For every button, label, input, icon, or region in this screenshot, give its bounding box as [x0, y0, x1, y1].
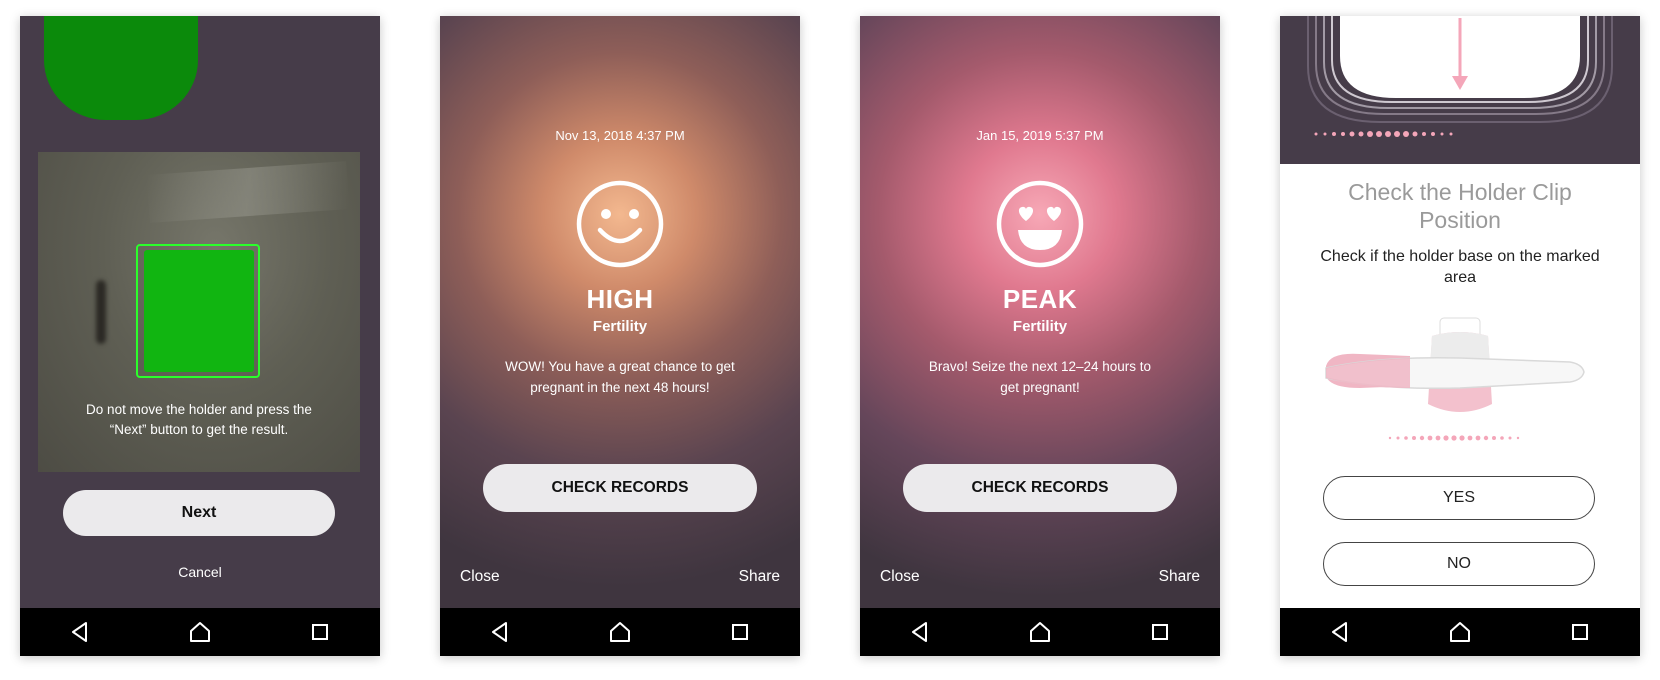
check-records-button[interactable]: CHECK RECORDS: [903, 464, 1177, 512]
home-icon: [1030, 622, 1050, 642]
home-button[interactable]: [180, 612, 220, 652]
recents-icon: [732, 624, 748, 640]
result-message: WOW! You have a great chance to get preg…: [505, 359, 735, 395]
next-button[interactable]: Next: [63, 490, 335, 536]
camera-surface-mark: [96, 280, 106, 344]
yes-button[interactable]: YES: [1323, 476, 1595, 520]
clip-check-title: Check the Holder Clip Position: [1348, 179, 1572, 233]
recents-icon: [1152, 624, 1168, 640]
clip-check-description: Check if the holder base on the marked a…: [1320, 248, 1600, 286]
holder-clip-illustration: [1325, 317, 1585, 441]
back-icon: [1332, 622, 1347, 642]
home-icon: [1450, 622, 1470, 642]
smiley-face-icon: [576, 180, 664, 268]
back-button[interactable]: [900, 612, 940, 652]
detected-holder-overlay: [44, 16, 198, 120]
fertility-label: Fertility: [592, 318, 648, 335]
share-link[interactable]: Share: [739, 568, 780, 586]
screen-result-peak: Jan 15, 2019 5:37 PM PEAK Fertility Brav…: [860, 16, 1220, 656]
android-nav-bar: [440, 608, 800, 656]
check-records-button[interactable]: CHECK RECORDS: [483, 464, 757, 512]
recents-button[interactable]: [300, 612, 340, 652]
android-nav-bar: [1280, 608, 1640, 656]
detection-frame: [136, 244, 260, 378]
recents-icon: [1572, 624, 1588, 640]
back-icon: [912, 622, 927, 642]
android-nav-bar: [20, 608, 380, 656]
clip-diagram-panel: [1280, 16, 1640, 164]
fertility-level: HIGH: [586, 284, 654, 314]
marked-area-dots: [1388, 435, 1520, 441]
camera-preview: Do not move the holder and press the “Ne…: [38, 152, 360, 472]
back-icon: [72, 622, 87, 642]
fertility-level: PEAK: [1002, 284, 1078, 314]
back-button[interactable]: [1320, 612, 1360, 652]
home-button[interactable]: [600, 612, 640, 652]
back-icon: [492, 622, 507, 642]
screen-clip-check: Check the Holder Clip Position Check if …: [1280, 16, 1640, 656]
android-nav-bar: [860, 608, 1220, 656]
fertility-label: Fertility: [1012, 318, 1068, 335]
instruction-text: Do not move the holder and press the “Ne…: [86, 402, 312, 437]
heart-eyes-face-icon: [996, 180, 1084, 268]
recents-button[interactable]: [720, 612, 760, 652]
result-date: Nov 13, 2018 4:37 PM: [555, 128, 685, 143]
home-button[interactable]: [1440, 612, 1480, 652]
back-button[interactable]: [480, 612, 520, 652]
close-link[interactable]: Close: [880, 568, 920, 586]
home-icon: [610, 622, 630, 642]
screen-result-high: Nov 13, 2018 4:37 PM HIGH Fertility WOW!…: [440, 16, 800, 656]
detection-area: [144, 250, 254, 372]
recents-button[interactable]: [1140, 612, 1180, 652]
holder-clip-diagram: [1307, 16, 1613, 137]
no-button[interactable]: NO: [1323, 542, 1595, 586]
marked-area-dots: [1314, 131, 1453, 137]
cancel-link[interactable]: Cancel: [20, 564, 380, 580]
camera-light-streak: [146, 161, 350, 223]
share-link[interactable]: Share: [1159, 568, 1200, 586]
recents-button[interactable]: [1560, 612, 1600, 652]
result-date: Jan 15, 2019 5:37 PM: [976, 128, 1104, 143]
result-message: Bravo! Seize the next 12–24 hours to get…: [928, 359, 1152, 395]
recents-icon: [312, 624, 328, 640]
back-button[interactable]: [60, 612, 100, 652]
home-icon: [190, 622, 210, 642]
screen-detection: Do not move the holder and press the “Ne…: [20, 16, 380, 656]
home-button[interactable]: [1020, 612, 1060, 652]
close-link[interactable]: Close: [460, 568, 500, 586]
